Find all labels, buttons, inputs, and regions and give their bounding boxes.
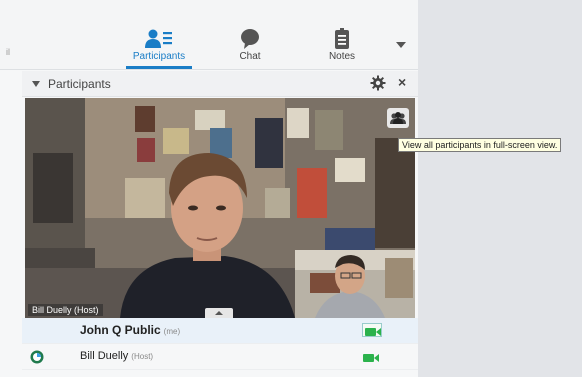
participants-icon	[124, 28, 194, 50]
fullscreen-participants-button[interactable]	[387, 108, 409, 128]
video-camera-icon[interactable]	[362, 351, 380, 363]
participant-list: John Q Public (me) Bill Duelly (Host)	[22, 318, 418, 370]
participant-role-tag: (Host)	[131, 352, 154, 361]
participant-row[interactable]: John Q Public (me)	[22, 318, 418, 344]
participants-panel-header: Participants ×	[22, 71, 418, 97]
close-icon[interactable]: ×	[398, 74, 406, 90]
tab-notes-label: Notes	[328, 51, 356, 62]
collapse-caret-icon[interactable]	[32, 81, 40, 87]
presenter-status-icon	[30, 350, 44, 364]
toolbar-edge-mark: il	[6, 47, 10, 57]
participant-name: Bill Duelly (Host)	[80, 350, 154, 362]
tab-chat-label: Chat	[239, 51, 261, 62]
tab-participants-label: Participants	[132, 51, 186, 62]
group-icon	[387, 112, 409, 132]
chat-bubble-icon	[215, 28, 285, 50]
chevron-down-icon[interactable]	[396, 42, 406, 48]
notes-icon	[307, 28, 377, 50]
active-tab-indicator	[126, 66, 192, 69]
fullscreen-tooltip: View all participants in full-screen vie…	[398, 138, 562, 152]
top-toolbar: il Participants Chat Notes	[0, 0, 418, 70]
tab-notes[interactable]: Notes	[307, 28, 377, 62]
participant-name: John Q Public (me)	[80, 323, 181, 337]
speaker-name-label: Bill Duelly (Host)	[28, 304, 103, 316]
video-feed	[25, 98, 415, 318]
collapse-video-button[interactable]	[205, 308, 233, 318]
participant-role-tag: (me)	[163, 327, 181, 336]
gear-icon[interactable]	[370, 75, 386, 91]
participant-row[interactable]: Bill Duelly (Host)	[22, 344, 418, 370]
panel-title: Participants	[48, 77, 111, 91]
content-area	[418, 0, 582, 377]
video-camera-icon[interactable]	[362, 323, 382, 337]
tab-chat[interactable]: Chat	[215, 28, 285, 62]
tab-participants[interactable]: Participants	[124, 28, 194, 62]
